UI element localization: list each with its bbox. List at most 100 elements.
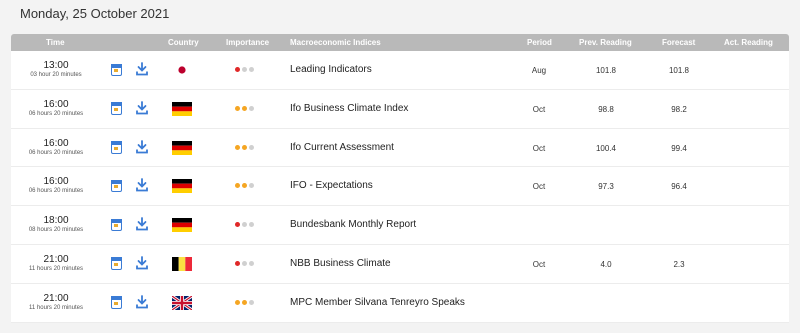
importance-indicator (235, 105, 261, 112)
importance-dot (249, 144, 254, 150)
event-time: 16:00 (43, 176, 69, 188)
table-row[interactable]: 21:00 11 hours 20 minutes NBB Business C… (11, 244, 789, 284)
importance-dot (242, 260, 247, 266)
germany-flag (172, 179, 192, 194)
time-countdown: 11 hours 20 minutes (29, 265, 83, 272)
importance-indicator (235, 67, 261, 73)
forecast-value: 96.4 (671, 182, 687, 192)
calendar-icon[interactable] (110, 179, 122, 193)
calendar-icon[interactable] (110, 102, 122, 115)
calendar-icon[interactable] (110, 218, 122, 232)
importance-dot (242, 67, 247, 72)
download-icon[interactable] (136, 139, 148, 154)
time-cell: 21:00 11 hours 20 minutes (11, 254, 101, 273)
download-icon[interactable] (136, 217, 148, 231)
importance-indicator (235, 222, 261, 228)
forecast-value: 101.8 (668, 66, 690, 75)
download-icon[interactable] (136, 100, 148, 115)
importance-dot (249, 260, 254, 266)
time-countdown: 06 hours 20 minutes (28, 110, 84, 117)
importance-dot (242, 144, 247, 150)
column-header-period: Period (527, 38, 552, 47)
importance-dot (235, 67, 240, 72)
download-icon[interactable] (136, 62, 148, 76)
table-body: 13:00 03 hour 20 minutes Leading Indicat… (11, 51, 789, 323)
indicator-name[interactable]: NBB Business Climate (290, 258, 391, 269)
time-cell: 13:00 03 hour 20 minutes (11, 60, 101, 79)
table-row[interactable]: 16:00 06 hours 20 minutes IFO - Expectat… (11, 167, 789, 207)
period-value: Aug (531, 66, 547, 75)
importance-indicator (235, 260, 261, 267)
event-time: 16:00 (43, 98, 69, 110)
previous-reading: 100.4 (595, 143, 617, 153)
germany-flag (172, 140, 192, 155)
indicator-name[interactable]: Bundesbank Monthly Report (290, 219, 416, 230)
time-cell: 18:00 08 hours 20 minutes (11, 215, 101, 234)
download-icon[interactable] (136, 294, 148, 309)
table-row[interactable]: 16:00 06 hours 20 minutes Ifo Current As… (11, 128, 789, 168)
importance-indicator (235, 144, 261, 151)
period-value: Oct (532, 259, 546, 269)
column-header-country: Country (168, 38, 199, 47)
event-time: 21:00 (43, 253, 69, 265)
previous-reading: 4.0 (600, 259, 612, 269)
uk-flag (172, 295, 192, 310)
column-header-importance: Importance (226, 38, 270, 47)
importance-dot (249, 67, 254, 72)
previous-reading: 101.8 (595, 66, 617, 75)
event-time: 13:00 (43, 60, 69, 71)
previous-reading: 98.8 (598, 104, 614, 114)
indicator-name[interactable]: Leading Indicators (290, 64, 372, 75)
forecast-value: 99.4 (671, 143, 687, 153)
time-cell: 16:00 06 hours 20 minutes (11, 99, 101, 118)
importance-dot (235, 183, 240, 189)
time-cell: 16:00 06 hours 20 minutes (11, 176, 101, 195)
importance-dot (235, 299, 240, 305)
indicator-name[interactable]: Ifo Business Climate Index (290, 103, 408, 114)
column-header-prev: Prev. Reading (579, 38, 632, 47)
download-icon[interactable] (136, 178, 148, 192)
calendar-icon[interactable] (110, 296, 122, 309)
importance-dot (235, 144, 240, 150)
calendar-icon[interactable] (110, 257, 122, 270)
time-countdown: 03 hour 20 minutes (30, 72, 82, 78)
japan-flag (172, 63, 192, 77)
calendar-icon[interactable] (110, 63, 122, 76)
column-header-indicator: Macroeconomic Indices (290, 38, 381, 47)
page-title: Monday, 25 October 2021 (20, 6, 170, 21)
importance-dot (249, 105, 254, 111)
time-countdown: 08 hours 20 minutes (28, 227, 84, 234)
column-header-forecast: Forecast (662, 38, 696, 47)
indicator-name[interactable]: IFO - Expectations (290, 180, 373, 191)
importance-dot (235, 260, 240, 266)
table-row[interactable]: 18:00 08 hours 20 minutes Bundesbank Mon… (11, 206, 789, 245)
importance-dot (235, 105, 240, 111)
table-row[interactable]: 13:00 03 hour 20 minutes Leading Indicat… (11, 51, 789, 90)
indicator-name[interactable]: Ifo Current Assessment (290, 142, 394, 153)
germany-flag (172, 218, 192, 233)
indicator-name[interactable]: MPC Member Silvana Tenreyro Speaks (290, 297, 465, 308)
importance-dot (242, 299, 247, 305)
time-cell: 16:00 06 hours 20 minutes (11, 138, 101, 157)
calendar-icon[interactable] (110, 141, 122, 154)
table-row[interactable]: 16:00 06 hours 20 minutes Ifo Business C… (11, 89, 789, 129)
importance-indicator (235, 299, 261, 306)
importance-dot (249, 299, 254, 305)
importance-dot (249, 222, 254, 228)
time-cell: 21:00 11 hours 20 minutes (11, 293, 101, 312)
event-time: 18:00 (43, 215, 69, 227)
belgium-flag (172, 256, 192, 271)
period-value: Oct (532, 143, 546, 153)
column-header-time: Time (46, 38, 65, 47)
forecast-value: 2.3 (673, 259, 685, 269)
period-value: Oct (532, 104, 546, 114)
download-icon[interactable] (136, 256, 148, 270)
forecast-value: 98.2 (671, 104, 687, 114)
event-time: 16:00 (43, 137, 69, 149)
period-value: Oct (532, 182, 546, 192)
time-countdown: 06 hours 20 minutes (28, 149, 84, 156)
table-row[interactable]: 21:00 11 hours 20 minutes MPC Member Sil… (11, 283, 789, 323)
column-header-actual: Act. Reading (724, 38, 773, 47)
importance-dot (249, 183, 254, 189)
importance-dot (242, 222, 247, 228)
